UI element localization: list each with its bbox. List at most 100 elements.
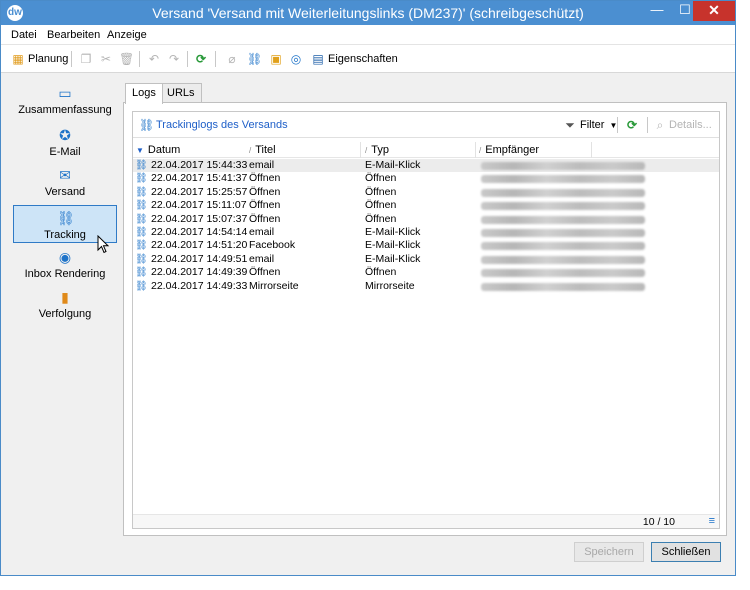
attachment-button[interactable]: ⌀ — [225, 50, 239, 68]
proof-button[interactable]: ◎ — [289, 50, 303, 68]
copy-button[interactable]: ❐ — [79, 50, 93, 68]
logs-panel: ⛓ Trackinglogs des Versands ⏷ Filter ▼ ⟳… — [123, 102, 727, 536]
nav-item-summary[interactable]: ▭ Zusammenfassung — [13, 85, 117, 123]
cell-title: Öffnen — [249, 185, 281, 198]
cut-button[interactable]: ✂ — [99, 50, 113, 68]
cut-icon: ✂ — [100, 52, 112, 66]
sort-desc-icon: ▼ — [136, 146, 144, 155]
redo-button[interactable]: ↷ — [167, 50, 181, 68]
table-row[interactable]: ⛓ 22.04.2017 14:49:51 email E-Mail-Klick — [133, 253, 719, 266]
nav-item-label: Verfolgung — [38, 308, 92, 320]
tracking-logs-label: Trackinglogs des Versands — [156, 119, 288, 131]
column-header-title[interactable]: / Titel — [249, 144, 276, 156]
planning-button[interactable]: ▦ Planung — [11, 50, 68, 68]
tab-logs[interactable]: Logs — [125, 83, 163, 104]
nav-item-email[interactable]: ✪ E-Mail — [13, 127, 117, 165]
toolbar-separator — [139, 51, 140, 67]
cell-recipient-redacted — [481, 255, 645, 264]
table-row[interactable]: ⛓ 22.04.2017 14:54:14 email E-Mail-Klick — [133, 226, 719, 239]
cell-date: 22.04.2017 15:25:57 — [151, 185, 248, 198]
column-header-date[interactable]: ▼ Datum — [136, 144, 180, 156]
paperclip-icon: ⌀ — [228, 52, 236, 66]
cell-recipient-redacted — [481, 282, 645, 291]
nav-item-label: E-Mail — [49, 146, 81, 158]
gift-icon: ▣ — [270, 52, 282, 66]
column-header-label: Empfänger — [485, 144, 540, 156]
tracking-log-icon: ⛓ — [135, 267, 148, 279]
menu-bearbeiten[interactable]: Bearbeiten — [47, 29, 100, 41]
undo-button[interactable]: ↶ — [147, 50, 161, 68]
cell-type: Öffnen — [365, 212, 397, 225]
undo-icon: ↶ — [148, 52, 160, 66]
menu-datei[interactable]: Datei — [11, 29, 37, 41]
redo-icon: ↷ — [168, 52, 180, 66]
menu-bar: Datei Bearbeiten Anzeige — [1, 25, 735, 45]
tracking-log-icon: ⛓ — [135, 213, 148, 225]
delete-button[interactable]: 🗑 — [119, 50, 135, 68]
tracking-log-icon: ⛓ — [135, 280, 148, 292]
minimize-button[interactable]: — — [643, 1, 671, 21]
nav-item-delivery[interactable]: ✉ Versand — [13, 167, 117, 205]
cell-type: Öffnen — [365, 185, 397, 198]
tracking-log-icon: ⛓ — [135, 253, 148, 265]
cell-date: 22.04.2017 14:49:51 — [151, 252, 248, 265]
nav-item-audit[interactable]: ▮ Verfolgung — [13, 289, 117, 327]
tracking-log-list: ⛓ Trackinglogs des Versands ⏷ Filter ▼ ⟳… — [132, 111, 720, 529]
toolbar-separator — [617, 117, 618, 133]
cell-date: 22.04.2017 14:54:14 — [151, 225, 248, 238]
table-row[interactable]: ⛓ 22.04.2017 15:07:37 Öffnen Öffnen — [133, 213, 719, 226]
cell-title: Öffnen — [249, 212, 281, 225]
planning-label: Planung — [28, 53, 69, 65]
email-icon: ✪ — [59, 127, 71, 143]
column-divider — [475, 142, 476, 158]
cell-title: Öffnen — [249, 172, 281, 185]
properties-button[interactable]: ▤ Eigenschaften — [311, 50, 398, 68]
column-header-type[interactable]: / Typ — [365, 144, 389, 156]
table-row[interactable]: ⛓ 22.04.2017 14:49:33 Mirrorseite Mirrorsei… — [133, 280, 719, 293]
cell-date: 22.04.2017 14:51:20 — [151, 239, 248, 252]
table-row[interactable]: ⛓ 22.04.2017 15:25:57 Öffnen Öffnen — [133, 186, 719, 199]
gift-button[interactable]: ▣ — [269, 50, 283, 68]
list-menu-icon[interactable]: ≡ — [709, 515, 715, 527]
cell-date: 22.04.2017 14:49:33 — [151, 279, 248, 292]
properties-icon: ▤ — [312, 52, 324, 66]
grid-rows: ⛓ 22.04.2017 15:44:33 email E-Mail-Klick ⛓ 22… — [133, 159, 719, 293]
table-row[interactable]: ⛓ 22.04.2017 15:41:37 Öffnen Öffnen — [133, 172, 719, 185]
cell-recipient-redacted — [481, 202, 645, 211]
close-button[interactable]: Schließen — [651, 542, 721, 562]
cell-date: 22.04.2017 15:11:07 — [151, 199, 247, 212]
cell-date: 22.04.2017 15:41:37 — [151, 172, 248, 185]
properties-label: Eigenschaften — [328, 53, 398, 65]
table-row[interactable]: ⛓ 22.04.2017 15:44:33 email E-Mail-Klick — [133, 159, 719, 173]
window-title: Versand 'Versand mit Weiterleitungslinks… — [152, 5, 584, 21]
column-header-label: Typ — [371, 144, 389, 156]
cell-recipient-redacted — [481, 228, 645, 237]
close-window-button[interactable]: ✕ — [693, 1, 735, 21]
table-row[interactable]: ⛓ 22.04.2017 15:11:07 Öffnen Öffnen — [133, 199, 719, 212]
list-footer: 10 / 10 ≡ — [133, 514, 719, 528]
tracking-log-icon: ⛓ — [135, 173, 148, 185]
tracking-link-button[interactable]: ⛓ — [247, 50, 262, 68]
cell-recipient-redacted — [481, 162, 645, 170]
column-header-recipient[interactable]: / Empfänger — [479, 144, 539, 156]
grid-header: ▼ Datum / Titel / Typ / Empfänger — [133, 142, 719, 158]
menu-anzeige[interactable]: Anzeige — [107, 29, 147, 41]
column-header-label: Datum — [147, 144, 181, 156]
tracking-logs-link[interactable]: ⛓ Trackinglogs des Versands — [139, 118, 288, 132]
cell-title: Facebook — [249, 239, 296, 252]
cell-type: Öffnen — [365, 172, 397, 185]
tab-urls[interactable]: URLs — [160, 83, 202, 103]
trash-icon: 🗑 — [119, 52, 135, 66]
table-row[interactable]: ⛓ 22.04.2017 14:49:39 Öffnen Öffnen — [133, 266, 719, 279]
save-button[interactable]: Speichern — [574, 542, 644, 562]
refresh-button[interactable]: ⟳ — [194, 50, 208, 68]
cell-title: Öffnen — [249, 199, 281, 212]
cell-type: E-Mail-Klick — [365, 159, 421, 171]
refresh-list-button[interactable]: ⟳ — [625, 118, 639, 132]
filter-button[interactable]: ⏷ Filter ▼ — [563, 118, 617, 132]
audit-icon: ▮ — [61, 289, 69, 305]
cell-date: 22.04.2017 15:07:37 — [151, 212, 248, 225]
table-row[interactable]: ⛓ 22.04.2017 14:51:20 Facebook E-Mail-Klick — [133, 239, 719, 252]
nav-item-label: Inbox Rendering — [24, 268, 106, 280]
details-button[interactable]: ⌕ Details... — [653, 118, 712, 132]
